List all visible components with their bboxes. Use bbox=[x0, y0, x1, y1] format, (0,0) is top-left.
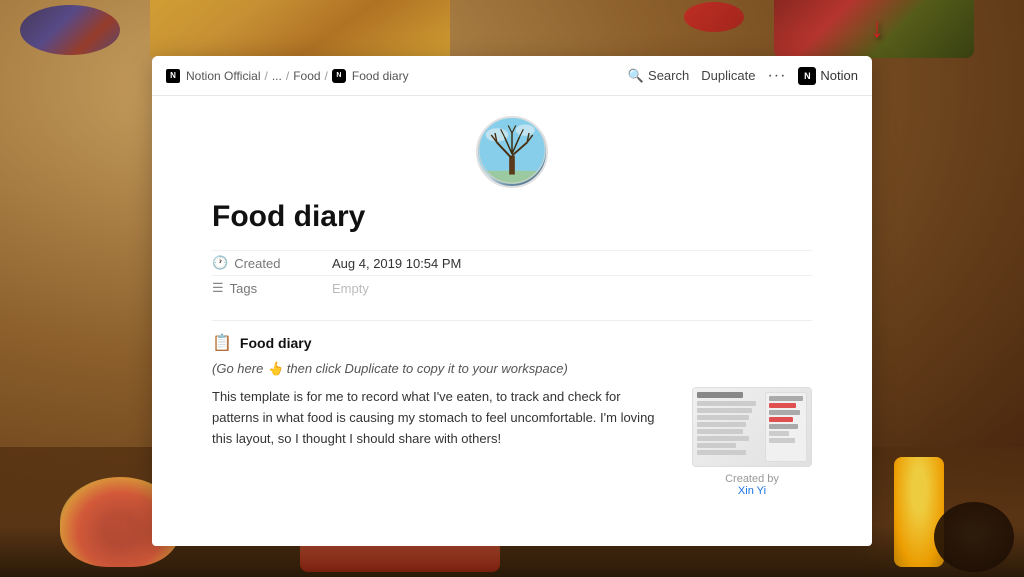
subtitle-post: then click Duplicate to copy it to your … bbox=[287, 361, 568, 376]
notion-label: Notion bbox=[820, 68, 858, 83]
section-divider bbox=[212, 320, 812, 321]
duplicate-button[interactable]: Duplicate bbox=[701, 68, 755, 83]
avatar-tree-svg bbox=[478, 116, 546, 186]
download-arrow-icon: ↓ bbox=[870, 12, 884, 44]
preview-thumbnail bbox=[692, 387, 812, 467]
preview-created-by: Created by bbox=[725, 473, 779, 485]
meta-created-row: 🕐 Created Aug 4, 2019 10:54 PM bbox=[212, 250, 812, 275]
breadcrumb-sep-1: / bbox=[264, 69, 267, 83]
breadcrumb-sep-3: / bbox=[325, 69, 328, 83]
meta-tags-label: ☰ Tags bbox=[212, 280, 332, 296]
breadcrumb-food[interactable]: Food bbox=[293, 69, 320, 83]
tags-value: Empty bbox=[332, 281, 369, 296]
top-bar: N Notion Official / ... / Food / N Food … bbox=[152, 56, 872, 96]
description-text: This template is for me to record what I… bbox=[212, 387, 668, 449]
created-value: Aug 4, 2019 10:54 PM bbox=[332, 256, 461, 271]
meta-section: 🕐 Created Aug 4, 2019 10:54 PM ☰ Tags Em… bbox=[212, 250, 812, 300]
page-avatar[interactable] bbox=[476, 116, 548, 188]
tags-label-text: Tags bbox=[230, 281, 257, 296]
more-options-icon: ··· bbox=[767, 67, 786, 85]
clock-icon: 🕐 bbox=[212, 255, 228, 271]
page-content: Food diary 🕐 Created Aug 4, 2019 10:54 P… bbox=[152, 96, 872, 546]
page-notion-icon: N bbox=[332, 69, 346, 83]
notion-logo-icon: N bbox=[798, 67, 816, 85]
avatar-container bbox=[212, 116, 812, 188]
top-bar-actions: 🔍 Search Duplicate ··· N Notion bbox=[628, 67, 858, 85]
subtitle-pre: (Go here bbox=[212, 361, 263, 376]
preview-inner bbox=[693, 388, 811, 466]
page-title: Food diary bbox=[212, 200, 812, 234]
more-options-button[interactable]: ··· bbox=[767, 67, 786, 85]
notion-branding: N Notion bbox=[798, 67, 858, 85]
preview-section: Created by Xin Yi bbox=[692, 387, 812, 497]
fd-subtitle: (Go here 👆 then click Duplicate to copy … bbox=[212, 361, 812, 377]
search-button[interactable]: 🔍 Search bbox=[628, 68, 689, 84]
search-label: Search bbox=[648, 68, 689, 83]
main-panel: N Notion Official / ... / Food / N Food … bbox=[152, 56, 872, 546]
created-label-text: Created bbox=[234, 256, 280, 271]
duplicate-label: Duplicate bbox=[701, 68, 755, 83]
fd-section-header: 📋 Food diary bbox=[212, 333, 812, 353]
meta-tags-row: ☰ Tags Empty bbox=[212, 275, 812, 300]
breadcrumb-dots[interactable]: ... bbox=[272, 69, 282, 83]
breadcrumb-item-notion[interactable]: Notion Official bbox=[186, 69, 260, 83]
preview-creator-name: Xin Yi bbox=[738, 485, 766, 497]
tags-icon: ☰ bbox=[212, 280, 224, 296]
search-icon: 🔍 bbox=[628, 68, 644, 84]
breadcrumb-food-diary[interactable]: Food diary bbox=[352, 69, 409, 83]
breadcrumb: N Notion Official / ... / Food / N Food … bbox=[166, 69, 409, 83]
fd-section-heading: Food diary bbox=[240, 335, 312, 351]
breadcrumb-sep-2: / bbox=[286, 69, 289, 83]
subtitle-hand: 👆 bbox=[267, 361, 283, 376]
content-row: This template is for me to record what I… bbox=[212, 387, 812, 497]
notion-breadcrumb-icon: N bbox=[166, 69, 180, 83]
meta-created-label: 🕐 Created bbox=[212, 255, 332, 271]
fd-section-icon: 📋 bbox=[212, 333, 232, 353]
